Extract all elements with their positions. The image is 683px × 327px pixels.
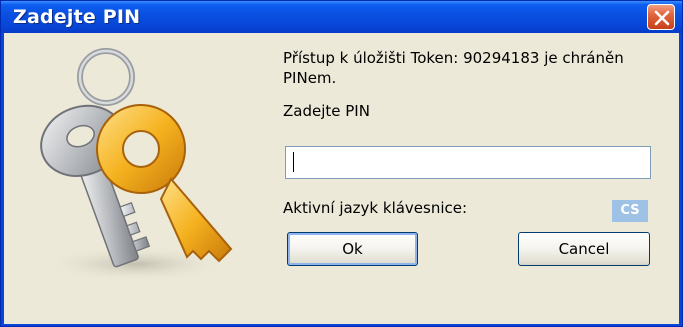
title-bar[interactable]: Zadejte PIN bbox=[1, 1, 682, 33]
pin-dialog-window: Zadejte PIN Přístup k úložišti Token: 90… bbox=[0, 0, 683, 327]
keyboard-language-label: Aktivní jazyk klávesnice: bbox=[283, 199, 468, 217]
pin-input[interactable] bbox=[285, 146, 651, 179]
keyboard-language-indicator: CS bbox=[612, 200, 648, 222]
window-title: Zadejte PIN bbox=[13, 6, 141, 28]
cancel-button[interactable]: Cancel bbox=[518, 232, 650, 266]
keys-icon bbox=[40, 48, 233, 282]
close-button[interactable] bbox=[647, 4, 675, 30]
ok-button[interactable]: Ok bbox=[287, 232, 418, 266]
pin-label: Zadejte PIN bbox=[283, 102, 370, 120]
text-caret bbox=[293, 152, 294, 172]
access-message: Přístup k úložišti Token: 90294183 je ch… bbox=[283, 49, 624, 87]
close-icon bbox=[654, 10, 670, 26]
